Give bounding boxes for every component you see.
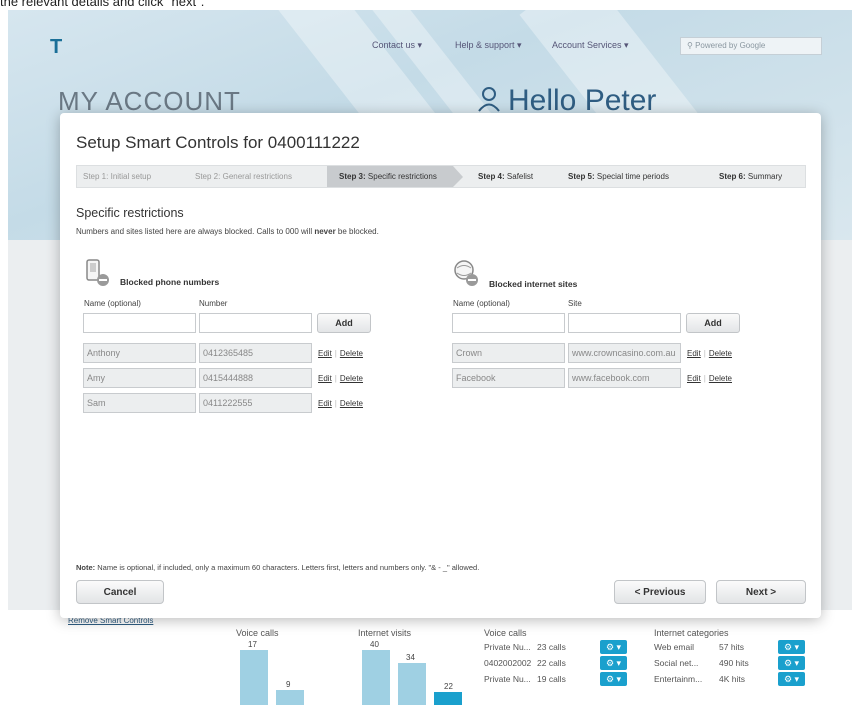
internet-visits-chart-label: Internet visits (358, 628, 412, 638)
voice-bar-value: 17 (248, 640, 257, 649)
blocked-phone-numbers-heading: Blocked phone numbers (120, 277, 220, 287)
edit-link[interactable]: Edit (687, 374, 701, 383)
voice-bar-value: 9 (286, 680, 291, 689)
top-nav: T Contact us ▾ Help & support ▾ Account … (50, 37, 822, 57)
voice-bar (240, 650, 268, 705)
phone-row-name (83, 368, 196, 388)
internet-bar (398, 663, 426, 705)
phone-row-number (199, 368, 312, 388)
phone-row-actions: Edit | Delete (318, 399, 363, 408)
step-3-active: Step 3: Specific restrictions (327, 166, 463, 187)
search-placeholder: Powered by Google (695, 41, 766, 50)
step-6: Step 6: Summary (719, 172, 783, 181)
step-1: Step 1: Initial setup (83, 172, 152, 181)
phone-number-label: Number (199, 299, 228, 308)
internet-categories-label: Internet categories (654, 628, 729, 638)
site-row-url (568, 343, 681, 363)
site-input[interactable] (568, 313, 681, 333)
globe-blocked-icon (454, 260, 478, 286)
telstra-logo-icon: T (50, 36, 63, 58)
setup-smart-controls-dialog: Setup Smart Controls for 0400111222 Step… (60, 113, 821, 618)
cancel-button[interactable]: Cancel (76, 580, 164, 604)
delete-link[interactable]: Delete (709, 374, 732, 383)
site-row-url (568, 368, 681, 388)
search-icon: ⚲ (687, 41, 693, 50)
settings-gear-icon[interactable]: ⚙ ▾ (778, 656, 805, 670)
edit-link[interactable]: Edit (318, 349, 332, 358)
delete-link[interactable]: Delete (340, 399, 363, 408)
phone-row-number (199, 393, 312, 413)
add-phone-button[interactable]: Add (317, 313, 371, 333)
delete-link[interactable]: Delete (340, 374, 363, 383)
blocked-phone-numbers-section: Blocked phone numbers Name (optional) Nu… (76, 259, 376, 459)
internet-bar-value: 22 (444, 682, 453, 691)
site-row-name (452, 368, 565, 388)
settings-gear-icon[interactable]: ⚙ ▾ (600, 656, 627, 670)
settings-gear-icon[interactable]: ⚙ ▾ (778, 640, 805, 654)
phone-row-actions: Edit | Delete (318, 374, 363, 383)
settings-gear-icon[interactable]: ⚙ ▾ (778, 672, 805, 686)
nav-account-services[interactable]: Account Services ▾ (552, 40, 629, 51)
section-title: Specific restrictions (76, 206, 184, 220)
internet-bar (434, 692, 462, 705)
voice-calls-table-label: Voice calls (484, 628, 527, 638)
delete-link[interactable]: Delete (340, 349, 363, 358)
phone-row-actions: Edit | Delete (318, 349, 363, 358)
instruction-text: the relevant details and click "next". (0, 0, 205, 9)
edit-link[interactable]: Edit (687, 349, 701, 358)
note-text: Note: Name is optional, if included, onl… (76, 563, 480, 572)
settings-gear-icon[interactable]: ⚙ ▾ (600, 672, 627, 686)
phone-name-input[interactable] (83, 313, 196, 333)
phone-name-label: Name (optional) (84, 299, 141, 308)
site-row-actions: Edit | Delete (687, 374, 732, 383)
wizard-steps: Step 1: Initial setup Step 2: General re… (76, 165, 806, 188)
edit-link[interactable]: Edit (318, 374, 332, 383)
delete-link[interactable]: Delete (709, 349, 732, 358)
user-icon (478, 87, 500, 112)
site-row-actions: Edit | Delete (687, 349, 732, 358)
site-label: Site (568, 299, 582, 308)
internet-bar-value: 40 (370, 640, 379, 649)
edit-link[interactable]: Edit (318, 399, 332, 408)
previous-button[interactable]: < Previous (614, 580, 706, 604)
phone-row-name (83, 343, 196, 363)
step-2: Step 2: General restrictions (195, 172, 292, 181)
site-row-name (452, 343, 565, 363)
internet-bar-value: 34 (406, 653, 415, 662)
voice-bar (276, 690, 304, 705)
blocked-internet-sites-heading: Blocked internet sites (489, 279, 578, 289)
phone-row-number (199, 343, 312, 363)
step-4: Step 4: Safelist (478, 172, 534, 181)
add-site-button[interactable]: Add (686, 313, 740, 333)
phone-row-name (83, 393, 196, 413)
phone-number-input[interactable] (199, 313, 312, 333)
internet-bar (362, 650, 390, 705)
nav-contact-us[interactable]: Contact us ▾ (372, 40, 422, 51)
site-name-input[interactable] (452, 313, 565, 333)
settings-gear-icon[interactable]: ⚙ ▾ (600, 640, 627, 654)
blocked-internet-sites-section: Blocked internet sites Name (optional) S… (445, 259, 745, 459)
dialog-title: Setup Smart Controls for 0400111222 (76, 133, 360, 152)
step-5: Step 5: Special time periods (568, 172, 669, 181)
nav-help-support[interactable]: Help & support ▾ (455, 40, 522, 51)
voice-calls-chart-label: Voice calls (236, 628, 279, 638)
site-name-label: Name (optional) (453, 299, 510, 308)
section-description: Numbers and sites listed here are always… (76, 227, 379, 236)
search-input[interactable]: ⚲ Powered by Google (680, 37, 822, 55)
phone-blocked-icon (86, 259, 109, 286)
next-button[interactable]: Next > (716, 580, 806, 604)
